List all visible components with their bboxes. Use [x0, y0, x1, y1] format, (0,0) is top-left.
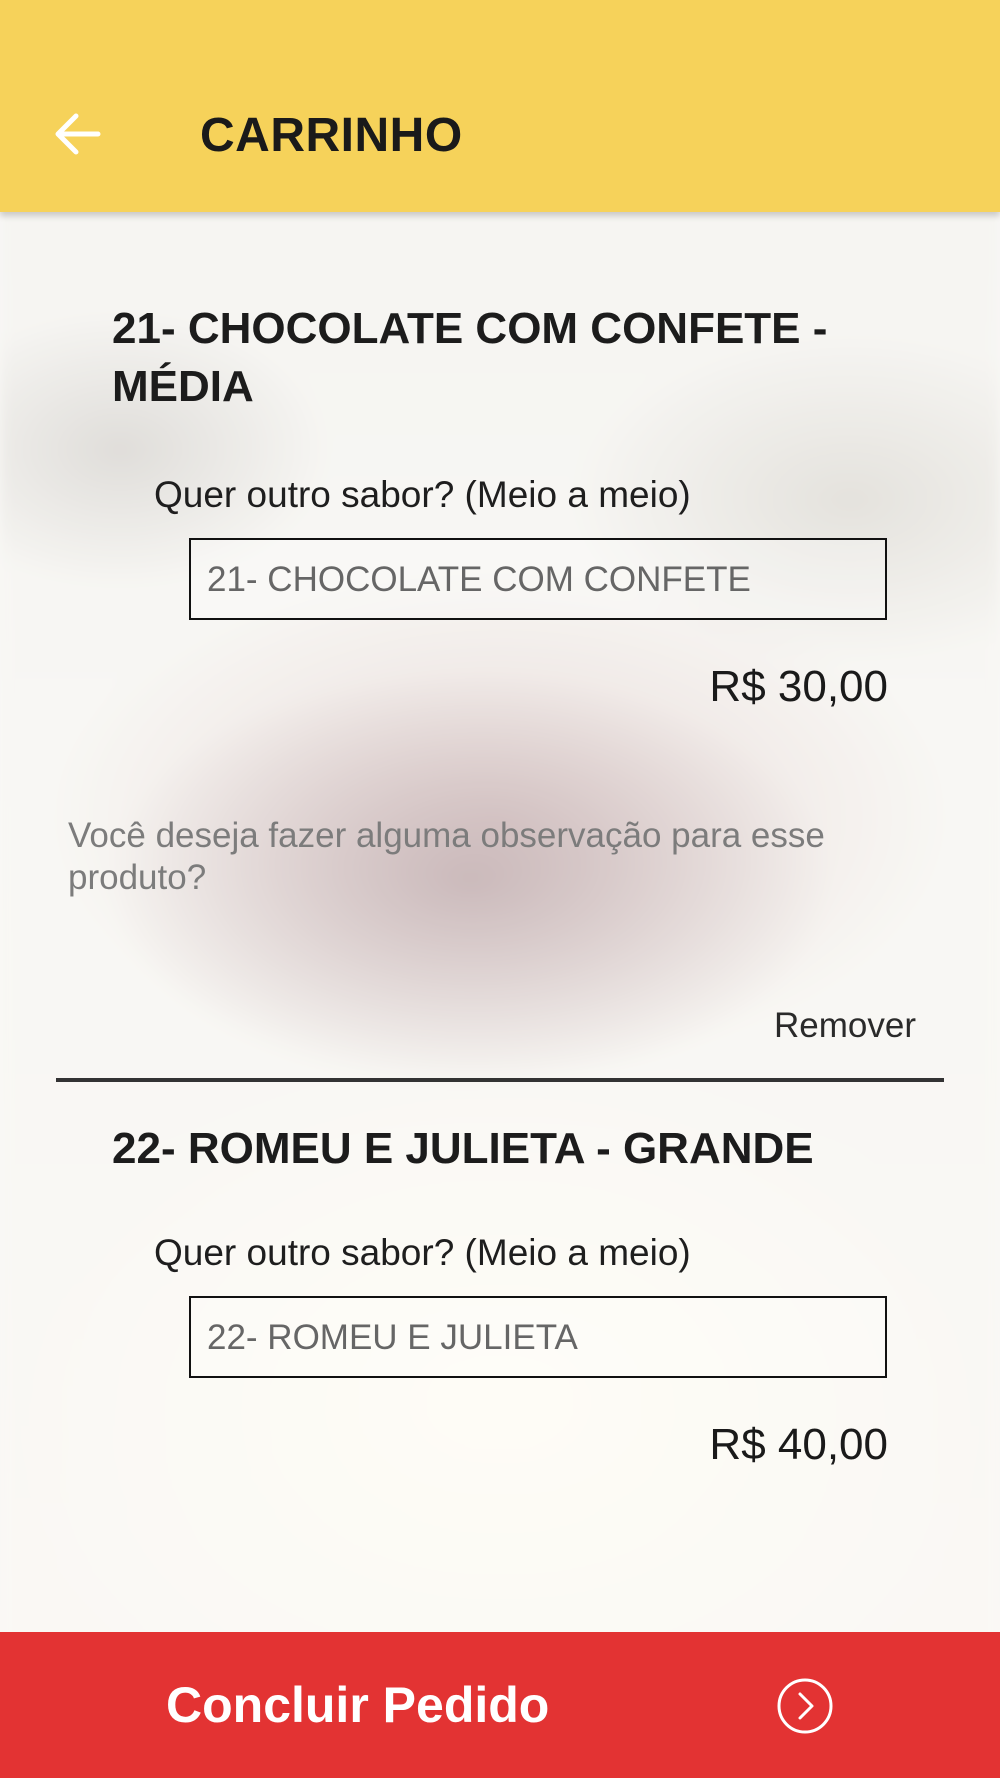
half-flavor-select[interactable]: 22- ROMEU E JULIETA — [189, 1296, 887, 1378]
remove-button[interactable]: Remover — [774, 1006, 916, 1046]
page-title: CARRINHO — [200, 109, 463, 162]
checkout-label: Concluir Pedido — [166, 1677, 550, 1733]
half-flavor-label: Quer outro sabor? (Meio a meio) — [154, 474, 691, 515]
item-divider — [56, 1078, 944, 1082]
cart-item-title: 21- CHOCOLATE COM CONFETE - MÉDIA — [112, 304, 828, 411]
half-flavor-label: Quer outro sabor? (Meio a meio) — [154, 1232, 691, 1273]
observation-input[interactable]: Você deseja fazer alguma observação para… — [68, 815, 928, 899]
chevron-circle-right-icon — [777, 1678, 833, 1734]
cart-item-title: 22- ROMEU E JULIETA - GRANDE — [112, 1124, 814, 1173]
app-bar: CARRINHO — [0, 0, 1000, 212]
cart-list: 21- CHOCOLATE COM CONFETE - MÉDIA Quer o… — [0, 212, 1000, 1632]
half-flavor-select[interactable]: 21- CHOCOLATE COM CONFETE — [189, 538, 887, 620]
arrow-left-icon — [55, 113, 101, 155]
checkout-button[interactable]: Concluir Pedido — [0, 1632, 1000, 1778]
item-price: R$ 40,00 — [709, 1420, 888, 1469]
back-button[interactable] — [48, 104, 108, 164]
item-price: R$ 30,00 — [709, 662, 888, 711]
